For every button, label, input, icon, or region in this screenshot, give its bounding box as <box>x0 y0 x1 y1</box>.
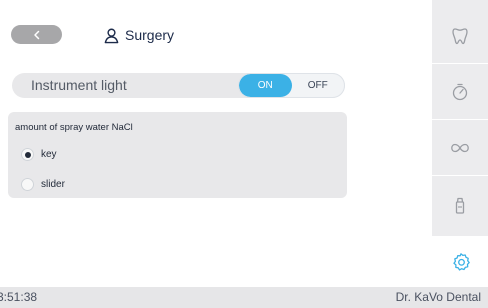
timer-icon <box>452 83 468 101</box>
status-footer: 3:51:38 Dr. KaVo Dental <box>0 287 488 308</box>
gear-icon <box>453 253 470 271</box>
radio-button[interactable] <box>21 148 34 161</box>
instrument-light-toggle[interactable]: ON OFF <box>238 73 345 98</box>
toggle-on-option[interactable]: ON <box>239 74 292 97</box>
spray-water-panel: amount of spray water NaCl key slider <box>8 112 347 198</box>
back-button[interactable] <box>11 25 62 44</box>
user-name: Dr. KaVo Dental <box>395 290 481 304</box>
app-screen: Surgery Instrument light ON OFF amount o… <box>0 0 488 308</box>
mode-title-text: Surgery <box>125 27 175 43</box>
sidebar-item-spray[interactable] <box>432 177 488 232</box>
sidebar-item-timer[interactable] <box>432 65 488 120</box>
right-sidebar <box>432 0 488 236</box>
instrument-light-row: Instrument light ON OFF <box>12 73 345 98</box>
instrument-light-label: Instrument light <box>31 77 127 93</box>
infinity-icon <box>451 143 469 153</box>
sidebar-item-infinity[interactable] <box>432 121 488 176</box>
settings-button[interactable] <box>450 251 472 273</box>
radio-label: slider <box>41 179 65 190</box>
toggle-off-option[interactable]: OFF <box>292 74 345 97</box>
radio-option-key[interactable]: key <box>21 148 57 161</box>
mode-title: Surgery <box>103 24 174 46</box>
sidebar-item-tooth[interactable] <box>432 9 488 64</box>
clock-time: 3:51:38 <box>0 290 38 304</box>
chevron-left-icon <box>33 30 39 39</box>
radio-option-slider[interactable]: slider <box>21 178 65 191</box>
user-icon <box>104 28 119 43</box>
spray-bottle-icon <box>455 197 465 214</box>
radio-label: key <box>41 149 57 160</box>
spray-water-title: amount of spray water NaCl <box>15 122 133 133</box>
radio-button[interactable] <box>21 178 34 191</box>
tooth-icon <box>452 28 468 45</box>
